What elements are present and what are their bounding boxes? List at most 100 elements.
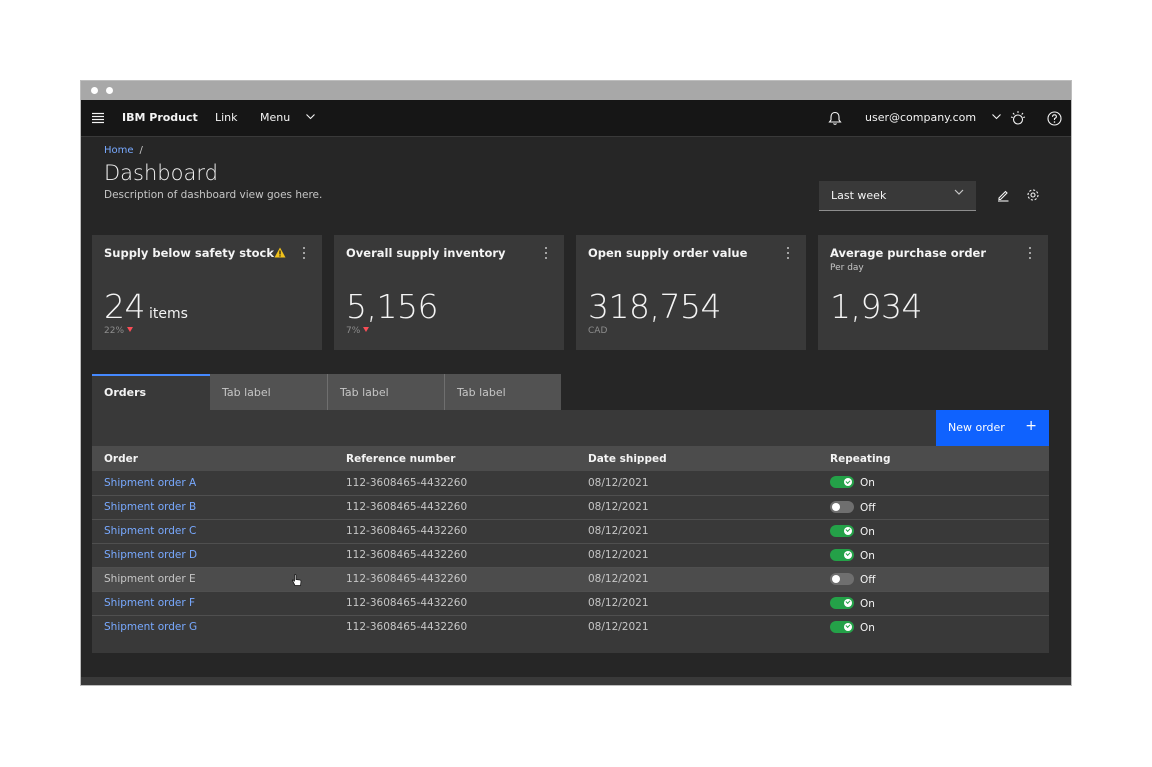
cell-reference: 112-3608465-4432260 [346,597,468,609]
table-row[interactable]: Shipment order F 112-3608465-4432260 08/12… [92,591,1049,615]
table-row[interactable]: Shipment order A 112-3608465-4432260 08/12… [92,471,1049,495]
window-dot-minimize[interactable] [106,87,113,94]
top-navigation: IBM Product Link Menu user@company.com [81,100,1071,137]
table-row[interactable]: Shipment order G 112-3608465-4432260 08/12… [92,615,1049,639]
repeating-toggle[interactable] [830,476,854,489]
order-link[interactable]: Shipment order F [104,597,195,609]
cell-repeating: On [818,615,1049,639]
kpi-tile-supply-inventory: Overall supply inventory 5,156 7% [334,235,564,350]
tile-value: 1,934 [830,287,922,326]
order-link[interactable]: Shipment order G [104,621,197,633]
cell-reference: 112-3608465-4432260 [346,549,468,561]
column-header-date[interactable]: Date shipped [576,446,818,471]
tile-trend-value: 7% [346,326,361,336]
overflow-menu-icon[interactable] [300,245,308,261]
kpi-tile-average-purchase: Average purchase order Per day 1,934 [818,235,1048,350]
repeating-toggle[interactable] [830,548,854,561]
chevron-down-icon [305,114,315,120]
tile-value: 24 items [104,287,188,326]
column-header-reference[interactable]: Reference number [334,446,576,471]
tile-value-number: 24 [104,287,146,326]
cell-date: 08/12/2021 [588,573,649,585]
nav-link[interactable]: Link [215,100,238,136]
chevron-down-icon [991,114,1001,120]
tab-list: Orders Tab label Tab label Tab label [92,374,561,410]
main-content: Home / Dashboard Description of dashboard… [81,137,1071,677]
table-row[interactable]: Shipment order D 112-3608465-4432260 08/12… [92,543,1049,567]
toggle-knob [844,598,852,607]
tile-subtitle: Per day [830,263,864,273]
repeating-label: On [860,597,875,610]
table-row[interactable]: Shipment order C 112-3608465-4432260 08/12… [92,519,1049,543]
repeating-toggle[interactable] [830,620,854,633]
cell-reference: 112-3608465-4432260 [346,573,468,585]
repeating-toggle[interactable] [830,524,854,537]
table-row[interactable]: Shipment order B 112-3608465-4432260 08/12… [92,495,1049,519]
orders-table: Order Reference number Date shipped Repe… [92,446,1049,639]
product-name[interactable]: IBM Product [122,100,198,136]
edit-icon[interactable] [994,186,1012,204]
toggle-knob [832,502,840,511]
order-link[interactable]: Shipment order C [104,525,196,537]
order-link[interactable]: Shipment order B [104,501,196,513]
order-link[interactable]: Shipment order A [104,477,196,489]
cell-repeating: Off [818,495,1049,519]
notification-icon[interactable] [826,109,844,127]
trend-down-icon [127,327,134,332]
overflow-menu-icon[interactable] [1026,245,1034,261]
repeating-toggle[interactable] [830,500,854,513]
order-link[interactable]: Shipment order E [104,573,196,585]
repeating-label: On [860,525,875,538]
ibm-bee-icon[interactable] [1009,109,1027,127]
user-account-menu[interactable]: user@company.com [865,100,1001,136]
cell-order: Shipment order A [92,471,334,495]
tab-label-1[interactable]: Tab label [210,374,327,410]
cell-date: 08/12/2021 [588,597,649,609]
tile-value: 318,754 [588,287,721,326]
new-order-button[interactable]: New order + [936,410,1049,446]
table-row[interactable]: Shipment order E 112-3608465-4432260 08/12… [92,567,1049,591]
kpi-tile-open-order-value: Open supply order value 318,754 CAD [576,235,806,350]
window-dot-close[interactable] [91,87,98,94]
hand-cursor-icon [292,574,302,586]
toggle-knob [844,478,852,487]
date-range-dropdown[interactable]: Last week [819,181,976,211]
toggle-knob [844,622,852,631]
cell-order: Shipment order D [92,543,334,567]
tile-trend: 7% [346,326,370,336]
repeating-label: On [860,477,875,490]
repeating-toggle[interactable] [830,572,854,585]
trend-down-icon [363,327,370,332]
tile-trend-value: 22% [104,326,125,336]
cell-reference: 112-3608465-4432260 [346,476,468,489]
tile-currency: CAD [588,326,608,336]
page-description: Description of dashboard view goes here. [104,189,323,201]
breadcrumb-home[interactable]: Home [104,145,134,156]
cell-repeating: On [818,543,1049,567]
settings-icon[interactable] [1024,186,1042,204]
new-order-label: New order [948,421,1005,434]
tab-label-3[interactable]: Tab label [444,374,561,410]
repeating-toggle[interactable] [830,596,854,609]
table-header-row: Order Reference number Date shipped Repe… [92,446,1049,471]
cell-repeating: On [818,591,1049,615]
window-titlebar [81,81,1071,100]
date-range-value: Last week [831,189,887,202]
toggle-knob [844,550,852,559]
tile-value-unit: items [149,306,188,322]
order-link[interactable]: Shipment order D [104,549,197,561]
repeating-label: Off [860,573,876,586]
warning-icon [274,247,286,258]
help-icon[interactable] [1045,109,1063,127]
cell-reference: 112-3608465-4432260 [346,621,468,634]
overflow-menu-icon[interactable] [542,245,550,261]
tab-orders[interactable]: Orders [92,374,210,410]
menu-icon[interactable] [89,109,107,127]
cell-order: Shipment order C [92,519,334,543]
tab-label-2[interactable]: Tab label [327,374,444,410]
tile-title: Supply below safety stock [104,246,274,260]
nav-menu[interactable]: Menu [260,100,315,136]
overflow-menu-icon[interactable] [784,245,792,261]
column-header-order[interactable]: Order [92,446,334,471]
column-header-repeating[interactable]: Repeating [818,446,1049,471]
